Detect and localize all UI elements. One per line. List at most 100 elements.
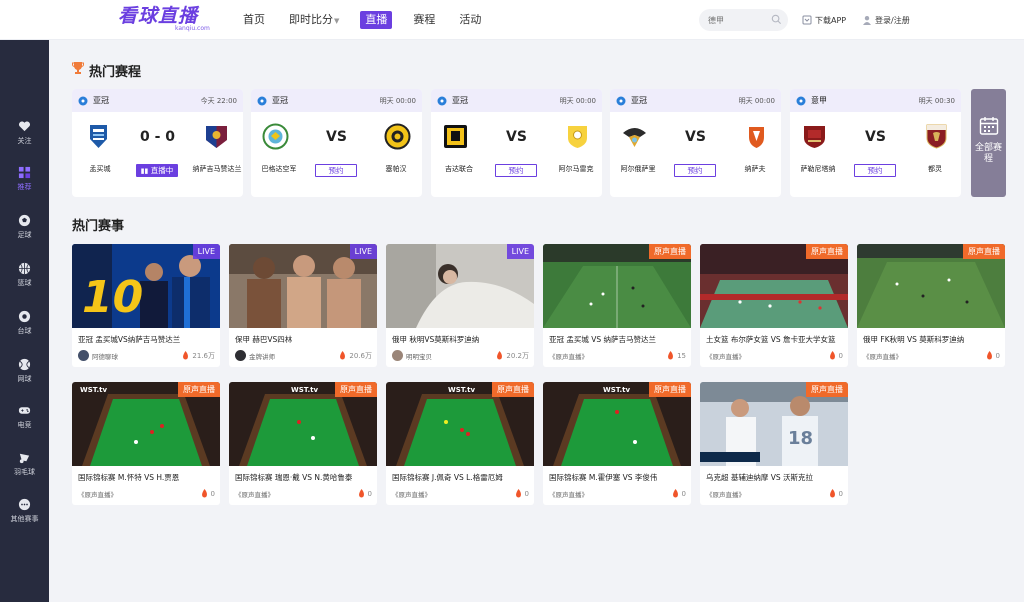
match-card[interactable]: 亚冠 明天 00:00 VS 巴格达空军 预约 塞帕汉 <box>251 89 422 197</box>
match-time: 明天 00:30 <box>918 97 955 105</box>
wst-logo-text: WST.tv <box>80 386 107 394</box>
flame-icon <box>358 489 364 498</box>
match-time: 明天 00:00 <box>738 97 775 105</box>
live-card[interactable]: 原声直播 土女篮 布尔萨女篮 VS 詹卡亚大学女篮 《原声直播》 0 <box>700 244 848 367</box>
download-app-link[interactable]: 下载APP <box>802 13 846 27</box>
live-badge-label: LIVE <box>511 247 529 256</box>
team-logo-away <box>749 127 764 148</box>
team-name-home: 巴格达空军 <box>261 165 297 173</box>
all-schedule-button[interactable]: 全部赛程 <box>971 89 1006 197</box>
match-card[interactable]: 意甲 明天 00:30 VS 萨勒尼塔纳 预约 都灵 <box>790 89 961 197</box>
live-card[interactable]: LIVE 俄甲 秋明VS莫斯科罗迪纳 明明宝贝 20.2万 <box>386 244 534 367</box>
download-app-label: 下载APP <box>815 15 847 25</box>
live-card[interactable]: LIVE 保甲 赫巴VS四林 金牌讲师 20.6万 <box>229 244 377 367</box>
heat-count: 20.2万 <box>496 350 529 361</box>
match-card-header: 亚冠 明天 00:00 <box>431 89 602 112</box>
login-register-link[interactable]: 登录/注册 <box>862 13 910 27</box>
match-time: 明天 00:00 <box>559 97 596 105</box>
anchor-info: 《原声直播》 <box>863 350 902 361</box>
top-header: 看球直播 kanqiu.com 首页 即时比分▼ 直播 赛程 活动 下载APP … <box>0 0 1024 40</box>
sidebar-item-recommend[interactable]: 推荐 <box>0 158 49 198</box>
site-logo[interactable]: 看球直播 kanqiu.com <box>118 6 218 34</box>
original-audio-label: 原声直播 <box>654 247 686 256</box>
search-icon[interactable] <box>771 14 782 25</box>
sidebar-label-other: 其他赛事 <box>10 515 39 523</box>
jersey-number-text: 10 <box>82 272 143 323</box>
search-input[interactable] <box>708 9 774 31</box>
nav-home[interactable]: 首页 <box>240 11 268 29</box>
original-audio-label: 原声直播 <box>183 385 215 394</box>
anchor-name: 明明宝贝 <box>406 352 432 361</box>
live-card[interactable]: WST.tv 原声直播 国际锦标赛 J.佩奇 VS L.格雷厄姆 《原声直播》 … <box>386 382 534 505</box>
heat-value: 0 <box>681 489 686 498</box>
live-card[interactable]: 10 LIVE 亚冠 孟买城VS纳萨吉马赞达兰 阿德聊球 21.6万 <box>72 244 220 367</box>
heat-value: 0 <box>838 351 843 360</box>
match-league-name: 意甲 <box>811 96 827 105</box>
original-audio-label: 原声直播 <box>811 247 843 256</box>
anchor-info: 《原声直播》 <box>392 488 431 499</box>
chevron-down-icon: ▼ <box>334 17 340 25</box>
anchor-info: 《原声直播》 <box>235 488 274 499</box>
live-card[interactable]: 18 原声直播 乌克超 基辅迪纳摩 VS 沃斯克拉 《原声直播》 0 <box>700 382 848 505</box>
live-card[interactable]: WST.tv 原声直播 国际锦标赛 M.霍伊塞 VS 李俊伟 《原声直播》 0 <box>543 382 691 505</box>
flame-icon <box>515 489 521 498</box>
reserve-button[interactable]: 预约 <box>495 164 537 177</box>
reserve-button[interactable]: 预约 <box>674 164 716 177</box>
svg-text:18: 18 <box>788 428 813 449</box>
sidebar-item-badminton[interactable]: 羽毛球 <box>0 443 49 483</box>
match-card[interactable]: 亚冠 明天 00:00 VS 阿尔俄萨里 预约 纳萨夫 <box>610 89 781 197</box>
reserve-button[interactable]: 预约 <box>854 164 896 177</box>
original-audio-badge: 原声直播 <box>492 382 534 397</box>
anchor-info: 《原声直播》 <box>78 488 117 499</box>
nav-live[interactable]: 直播 <box>360 11 393 29</box>
sidebar-item-other[interactable]: 其他赛事 <box>0 490 49 530</box>
live-card[interactable]: WST.tv 原声直播 国际锦标赛 M.怀特 VS H.贾恩 《原声直播》 0 <box>72 382 220 505</box>
live-card[interactable]: WST.tv 原声直播 国际锦标赛 瑞恩·戴 VS N.黄哈鲁泰 《原声直播》 … <box>229 382 377 505</box>
anchor-info: 《原声直播》 <box>706 350 745 361</box>
match-card-header: 亚冠 明天 00:00 <box>251 89 422 112</box>
logo-subtext: kanqiu.com <box>175 25 210 32</box>
flame-icon <box>201 489 207 498</box>
live-now-button[interactable]: ▮▮ 直播中 <box>136 164 178 177</box>
live-card[interactable]: 原声直播 亚冠 孟买城 VS 纳萨吉马赞达兰 《原声直播》 15 <box>543 244 691 367</box>
sidebar-item-football[interactable]: 足球 <box>0 206 49 246</box>
more-icon <box>18 498 31 511</box>
sidebar-item-follow[interactable]: 关注 <box>0 112 49 152</box>
nav-activity[interactable]: 活动 <box>456 11 484 29</box>
nav-live-score[interactable]: 即时比分▼ <box>286 11 342 29</box>
sidebar-item-billiards[interactable]: 台球 <box>0 302 49 342</box>
sidebar-label-tennis: 网球 <box>17 375 32 383</box>
match-league-name: 亚冠 <box>631 96 647 105</box>
all-schedule-label: 全部赛程 <box>974 143 1002 164</box>
team-name-home: 孟买城 <box>89 165 111 173</box>
heat-value: 20.6万 <box>349 351 372 360</box>
sidebar-label-billiards: 台球 <box>17 327 32 335</box>
football-icon <box>616 96 626 105</box>
wst-logo-text: WST.tv <box>291 386 318 394</box>
sidebar-label-basketball: 篮球 <box>17 279 32 287</box>
sidebar-item-basketball[interactable]: 篮球 <box>0 254 49 294</box>
match-league: 亚冠 <box>437 95 468 106</box>
trophy-icon <box>72 62 84 74</box>
stream-title: 亚冠 孟买城VS纳萨吉马赞达兰 <box>78 335 181 344</box>
live-card[interactable]: 原声直播 俄甲 FK秋明 VS 莫斯科罗迪纳 《原声直播》 0 <box>857 244 1005 367</box>
search-box <box>699 9 788 31</box>
anchor-name: 金牌讲师 <box>249 352 275 361</box>
football-icon <box>18 214 31 227</box>
live-badge-label: LIVE <box>197 247 215 256</box>
heat-count: 0 <box>986 350 1000 361</box>
match-card[interactable]: 亚冠 明天 00:00 VS 吉达联合 预约 阿尔马雷克 <box>431 89 602 197</box>
original-audio-badge: 原声直播 <box>649 382 691 397</box>
anchor-info: 阿德聊球 <box>78 350 118 361</box>
calendar-icon <box>979 117 998 135</box>
reserve-button[interactable]: 预约 <box>315 164 357 177</box>
nav-schedule[interactable]: 赛程 <box>410 11 438 29</box>
team-name-away: 塞帕汉 <box>385 165 407 173</box>
live-now-label: 直播中 <box>150 166 174 175</box>
flame-icon <box>986 351 992 360</box>
sidebar-item-tennis[interactable]: 网球 <box>0 350 49 390</box>
team-logo-away <box>206 126 227 148</box>
match-card[interactable]: 亚冠 今天 22:00 0 - 0 孟买城 ▮▮ 直播中 纳萨吉马赞达兰 <box>72 89 243 197</box>
sidebar-item-esports[interactable]: 电竞 <box>0 396 49 436</box>
match-time: 明天 00:00 <box>379 97 416 105</box>
